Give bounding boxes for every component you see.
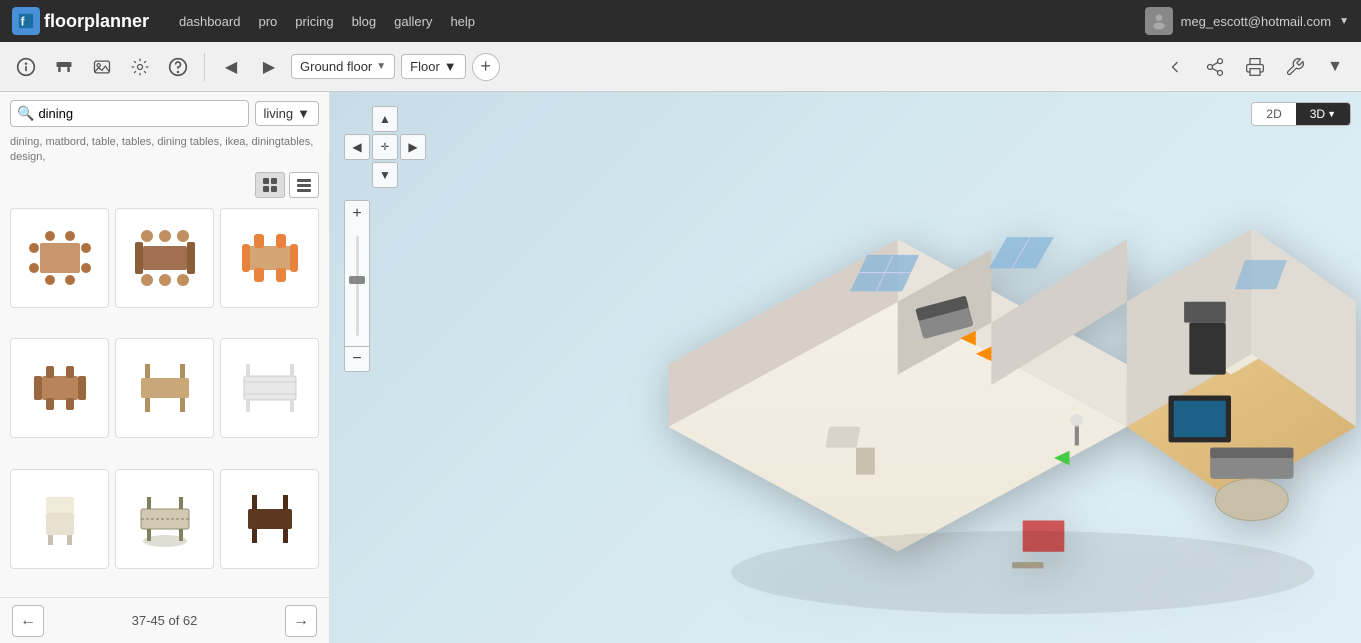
zoom-controls: + − — [344, 200, 370, 372]
zoom-slider[interactable] — [344, 226, 370, 346]
floor-view-btn[interactable]: Floor ▼ — [401, 54, 466, 79]
prev-floor-btn[interactable]: ◀ — [215, 51, 247, 83]
nav-up-btn[interactable]: ▲ — [372, 106, 398, 132]
prev-page-button[interactable]: ← — [12, 605, 44, 637]
toolbar-separator — [204, 53, 205, 81]
user-menu[interactable]: meg_escott@hotmail.com ▼ — [1145, 7, 1349, 35]
help-icon[interactable] — [162, 51, 194, 83]
grid-view-btn[interactable] — [255, 172, 285, 198]
floor-view-label: Floor — [410, 59, 440, 74]
zoom-in-btn[interactable]: + — [344, 200, 370, 226]
category-dropdown[interactable]: living ▼ — [255, 101, 320, 126]
canvas-3d-caret: ▼ — [1327, 109, 1336, 119]
search-box[interactable]: 🔍 — [10, 100, 249, 127]
toolbar-left: ◀ ▶ Ground floor ▼ Floor ▼ + — [10, 51, 500, 83]
canvas-3d-label: 3D — [1310, 107, 1325, 121]
nav-controls: ▲ ◀ ✛ ▶ ▼ — [344, 106, 426, 188]
nav-help[interactable]: help — [450, 14, 475, 29]
next-floor-btn[interactable]: ▶ — [253, 51, 285, 83]
svg-text:f: f — [21, 16, 25, 29]
list-item[interactable] — [220, 469, 319, 569]
search-area: 🔍 living ▼ — [0, 92, 329, 135]
add-floor-button[interactable]: + — [472, 53, 500, 81]
list-item[interactable] — [10, 208, 109, 308]
nav-pricing[interactable]: pricing — [295, 14, 333, 29]
toolbar-right: ▼ — [1159, 51, 1351, 83]
logo-icon: f — [12, 7, 40, 35]
list-item[interactable] — [10, 469, 109, 569]
more-btn[interactable]: ▼ — [1319, 51, 1351, 83]
furniture-icon[interactable] — [48, 51, 80, 83]
print-btn[interactable] — [1239, 51, 1271, 83]
canvas-2d-btn[interactable]: 2D — [1252, 103, 1295, 125]
back-btn[interactable] — [1159, 51, 1191, 83]
zoom-handle[interactable] — [349, 276, 365, 284]
nav-center-btn[interactable]: ✛ — [372, 134, 398, 160]
logo[interactable]: f floorplanner — [12, 7, 149, 35]
canvas-view-toggle: 2D 3D ▼ — [1251, 102, 1351, 126]
nav-down-btn[interactable]: ▼ — [372, 162, 398, 188]
category-label: living — [264, 106, 294, 121]
nav-pro[interactable]: pro — [258, 14, 277, 29]
user-email: meg_escott@hotmail.com — [1181, 14, 1331, 29]
list-view-btn[interactable] — [289, 172, 319, 198]
zoom-out-btn[interactable]: − — [344, 346, 370, 372]
photo-icon[interactable] — [86, 51, 118, 83]
page-info: 37-45 of 62 — [132, 613, 198, 628]
next-page-button[interactable]: → — [285, 605, 317, 637]
main-area: 🔍 living ▼ dining, matbord, table, table… — [0, 92, 1361, 643]
floor-label: Ground floor — [300, 59, 372, 74]
list-item[interactable] — [220, 208, 319, 308]
canvas-3d-btn[interactable]: 3D ▼ — [1296, 103, 1350, 125]
furniture-grid — [0, 204, 329, 597]
floor-view-caret-icon: ▼ — [444, 59, 457, 74]
nav-left-btn[interactable]: ◀ — [344, 134, 370, 160]
list-item[interactable] — [115, 469, 214, 569]
nav-blog[interactable]: blog — [352, 14, 377, 29]
floor-selector[interactable]: Ground floor ▼ — [291, 54, 395, 79]
search-icon: 🔍 — [17, 105, 34, 122]
floor-plan-3d — [531, 155, 1361, 643]
search-input[interactable] — [38, 106, 241, 121]
share-btn[interactable] — [1199, 51, 1231, 83]
avatar — [1145, 7, 1173, 35]
pagination: ← 37-45 of 62 → — [0, 597, 329, 643]
list-item[interactable] — [10, 338, 109, 438]
nav-right-btn[interactable]: ▶ — [400, 134, 426, 160]
top-navigation: f floorplanner dashboard pro pricing blo… — [0, 0, 1361, 42]
list-item[interactable] — [115, 338, 214, 438]
canvas-area: ▲ ◀ ✛ ▶ ▼ + − 2D 3D — [330, 92, 1361, 643]
tools-btn[interactable] — [1279, 51, 1311, 83]
logo-text: floorplanner — [44, 11, 149, 32]
left-panel: 🔍 living ▼ dining, matbord, table, table… — [0, 92, 330, 643]
zoom-track — [356, 236, 359, 336]
nav-dashboard[interactable]: dashboard — [179, 14, 240, 29]
settings-icon[interactable] — [124, 51, 156, 83]
toolbar: ◀ ▶ Ground floor ▼ Floor ▼ + — [0, 42, 1361, 92]
list-item[interactable] — [220, 338, 319, 438]
list-item[interactable] — [115, 208, 214, 308]
category-caret-icon: ▼ — [297, 106, 310, 121]
chevron-down-icon: ▼ — [1339, 16, 1349, 27]
floor-caret-icon: ▼ — [376, 61, 386, 72]
nav-gallery[interactable]: gallery — [394, 14, 432, 29]
search-tags: dining, matbord, table, tables, dining t… — [0, 135, 329, 172]
info-icon[interactable] — [10, 51, 42, 83]
nav-links: dashboard pro pricing blog gallery help — [179, 14, 1125, 29]
